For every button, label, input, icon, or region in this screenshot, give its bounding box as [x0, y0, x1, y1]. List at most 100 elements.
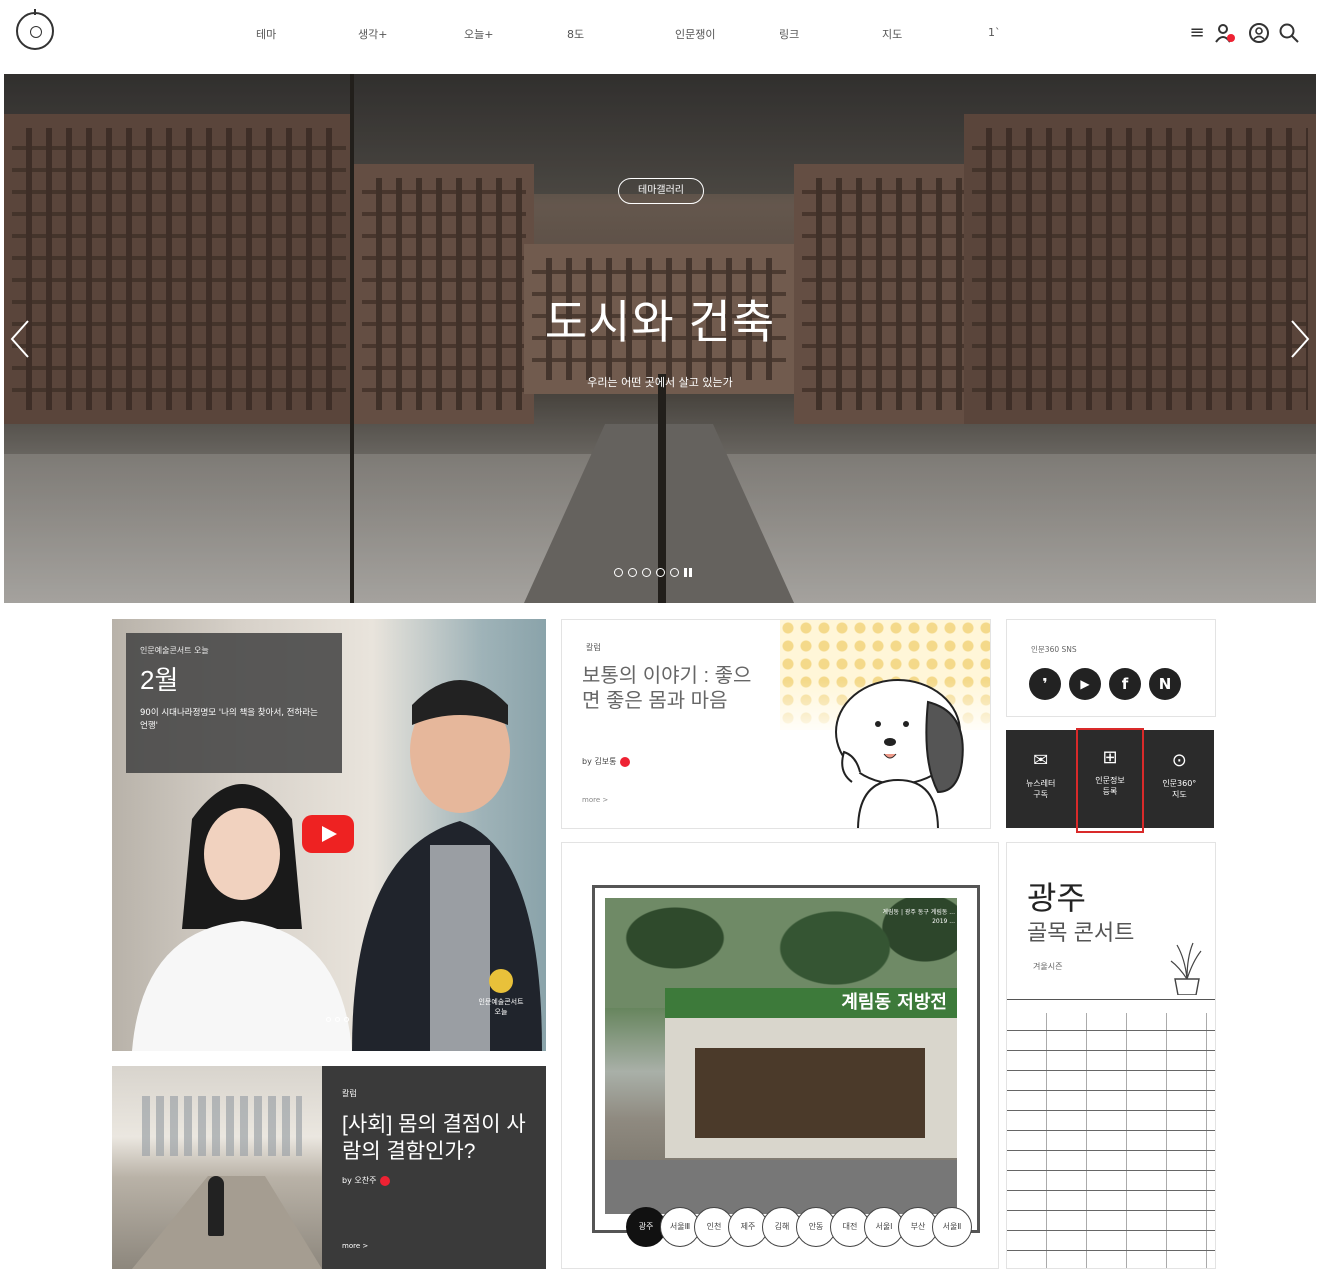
- alley-concert-card[interactable]: 계림동 저방전 계림동 | 광주 동구 계림동 ... 2019 ... 광주 …: [561, 842, 999, 1269]
- hero-banner[interactable]: 테마갤러리 도시와 건축 우리는 어떤 곳에서 살고 있는가: [4, 74, 1316, 603]
- location-pin-icon: ⊙: [1171, 750, 1187, 771]
- video-dot[interactable]: [335, 1017, 340, 1022]
- badge-line1: 인문예술콘서트: [478, 998, 524, 1006]
- youtube-play-icon[interactable]: [302, 815, 354, 853]
- tile-label: 뉴스레터: [1025, 779, 1056, 788]
- register-info-button[interactable]: ⊞ 인문정보 등록: [1075, 727, 1144, 834]
- hero-dot[interactable]: [614, 568, 623, 577]
- caption-line: 2019 ...: [932, 918, 955, 925]
- video-dot[interactable]: [326, 1017, 331, 1022]
- video-pagination: [326, 1017, 349, 1022]
- nav-8do[interactable]: 8도: [567, 26, 584, 42]
- video-label: 인문예술콘서트 오늘: [140, 646, 209, 655]
- byline-text: by 김보통: [582, 757, 617, 766]
- concert-badge: 인문예술콘서트 오늘: [468, 969, 534, 1017]
- tile-label: 지도: [1171, 790, 1187, 799]
- society-column-card[interactable]: 칼럼 [사회] 몸의 결점이 사람의 결함인가? by 오찬주 more >: [112, 1066, 546, 1269]
- society-title[interactable]: [사회] 몸의 결점이 사람의 결함인가?: [342, 1111, 526, 1165]
- nav-thought[interactable]: 생각+: [358, 26, 387, 42]
- nav-extra[interactable]: 1`: [988, 26, 1001, 39]
- nav-map[interactable]: 지도: [882, 26, 902, 42]
- badge-line2: 오늘: [494, 1008, 508, 1016]
- photo-frame: 계림동 저방전 계림동 | 광주 동구 계림동 ... 2019 ...: [592, 885, 980, 1233]
- sns-label: 인문360 SNS: [1031, 645, 1077, 654]
- author-badge-icon: [620, 756, 631, 767]
- society-byline: by 오찬주: [342, 1175, 526, 1186]
- video-dot[interactable]: [344, 1017, 349, 1022]
- site-logo[interactable]: [16, 9, 54, 50]
- photo-caption: 계림동 | 광주 동구 계림동 ... 2019 ...: [805, 908, 955, 926]
- tile-label: 구독: [1033, 790, 1049, 799]
- video-description: 90이 시대나라정명모 '나의 책을 찾아서, 전하라는 언행': [140, 708, 318, 731]
- hero-prev-arrow-icon[interactable]: [10, 319, 30, 359]
- column-byline: by 김보통: [582, 756, 631, 767]
- gwangju-concert-card[interactable]: 광주 골목 콘서트 겨울시즌: [1006, 842, 1216, 1269]
- column-card[interactable]: 칼럼 보통의 이야기 : 좋으면 좋은 몸과 마음 by 김보통 more >: [561, 619, 991, 829]
- column-category: 칼럼: [586, 643, 601, 652]
- plant-icon: [1170, 942, 1202, 995]
- kakao-story-icon[interactable]: ❜: [1029, 668, 1061, 700]
- sun-logo-icon: [489, 969, 513, 993]
- video-card[interactable]: 인문예술콘서트 오늘 2월 90이 시대나라정명모 '나의 책을 찾아서, 전하…: [112, 619, 546, 1051]
- quick-links: ✉ 뉴스레터 구독 ⊞ 인문정보 등록 ⊙ 인문360° 지도: [1006, 728, 1214, 833]
- pause-icon[interactable]: [684, 568, 692, 577]
- hero-subtitle: 우리는 어떤 곳에서 살고 있는가: [587, 376, 733, 389]
- skyline: [142, 1096, 302, 1156]
- store-entrance: [695, 1048, 925, 1138]
- video-month: 2월: [140, 665, 179, 695]
- nav-link[interactable]: 링크: [779, 26, 799, 42]
- society-category: 칼럼: [342, 1089, 357, 1098]
- city-selector: 광주 서울Ⅲ 인천 제주 김해 안동 대전 서울Ⅰ 부산 서울Ⅱ: [626, 1207, 972, 1247]
- facebook-icon[interactable]: f: [1109, 668, 1141, 700]
- nav-today[interactable]: 오늘+: [464, 26, 493, 42]
- user-icon[interactable]: [1214, 22, 1236, 44]
- site-header: 테마 생각+ 오늘+ 8도 인문쟁이 링크 지도 1` ≡: [0, 0, 1321, 72]
- author-badge-icon: [380, 1175, 391, 1186]
- hero-dot[interactable]: [628, 568, 637, 577]
- runner-photo: [112, 1066, 322, 1269]
- hero-dot[interactable]: [670, 568, 679, 577]
- menu-icon[interactable]: ≡: [1186, 22, 1208, 44]
- mail-icon: ✉: [1033, 750, 1049, 771]
- woman-figure: [132, 784, 352, 1051]
- divider: [1007, 999, 1215, 1000]
- column-more-link[interactable]: more >: [582, 796, 608, 804]
- hero-tag[interactable]: 테마갤러리: [618, 178, 704, 204]
- youtube-icon[interactable]: ▶: [1069, 668, 1101, 700]
- path: [132, 1176, 322, 1269]
- dog-illustration: [835, 679, 964, 828]
- hero-next-arrow-icon[interactable]: [1290, 319, 1310, 359]
- city-seoul2[interactable]: 서울Ⅱ: [932, 1207, 972, 1247]
- hero-dot[interactable]: [642, 568, 651, 577]
- nav-inmunjaengi[interactable]: 인문쟁이: [675, 26, 715, 42]
- gwangju-season: 겨울시즌: [1033, 962, 1063, 971]
- byline-text: by 오찬주: [342, 1176, 377, 1185]
- sns-icons: ❜ ▶ f N: [1029, 668, 1181, 700]
- brick-wall: [1007, 1013, 1215, 1268]
- sns-box: 인문360 SNS ❜ ▶ f N: [1006, 619, 1216, 717]
- account-icon[interactable]: [1248, 22, 1270, 44]
- road: [605, 1160, 957, 1214]
- register-icon: ⊞: [1102, 747, 1118, 768]
- runner: [208, 1176, 224, 1236]
- nav-theme[interactable]: 테마: [256, 26, 276, 42]
- concert-photo: 계림동 저방전 계림동 | 광주 동구 계림동 ... 2019 ...: [605, 898, 957, 1214]
- gwangju-title: 광주: [1027, 880, 1086, 916]
- hero-dot[interactable]: [656, 568, 665, 577]
- column-title[interactable]: 보통의 이야기 : 좋으면 좋은 몸과 마음: [582, 664, 762, 714]
- map-360-button[interactable]: ⊙ 인문360° 지도: [1145, 730, 1214, 828]
- hero-title[interactable]: 도시와 건축: [4, 286, 1316, 352]
- tile-label: 인문정보: [1095, 776, 1125, 785]
- newsletter-subscribe-button[interactable]: ✉ 뉴스레터 구독: [1006, 730, 1075, 828]
- society-column-text: 칼럼 [사회] 몸의 결점이 사람의 결함인가? by 오찬주 more >: [322, 1066, 546, 1269]
- caption-line: 계림동 | 광주 동구 계림동 ...: [882, 909, 955, 916]
- naver-icon[interactable]: N: [1149, 668, 1181, 700]
- tile-label: 등록: [1102, 787, 1118, 796]
- search-icon[interactable]: [1278, 22, 1300, 44]
- gwangju-subtitle: 골목 콘서트: [1027, 920, 1135, 945]
- tile-label: 인문360°: [1162, 779, 1197, 788]
- society-more-link[interactable]: more >: [342, 1242, 368, 1250]
- video-info-box: 인문예술콘서트 오늘 2월 90이 시대나라정명모 '나의 책을 찾아서, 전하…: [126, 633, 342, 773]
- hero-pagination: [614, 568, 692, 577]
- store-sign: 계림동 저방전: [665, 988, 957, 1018]
